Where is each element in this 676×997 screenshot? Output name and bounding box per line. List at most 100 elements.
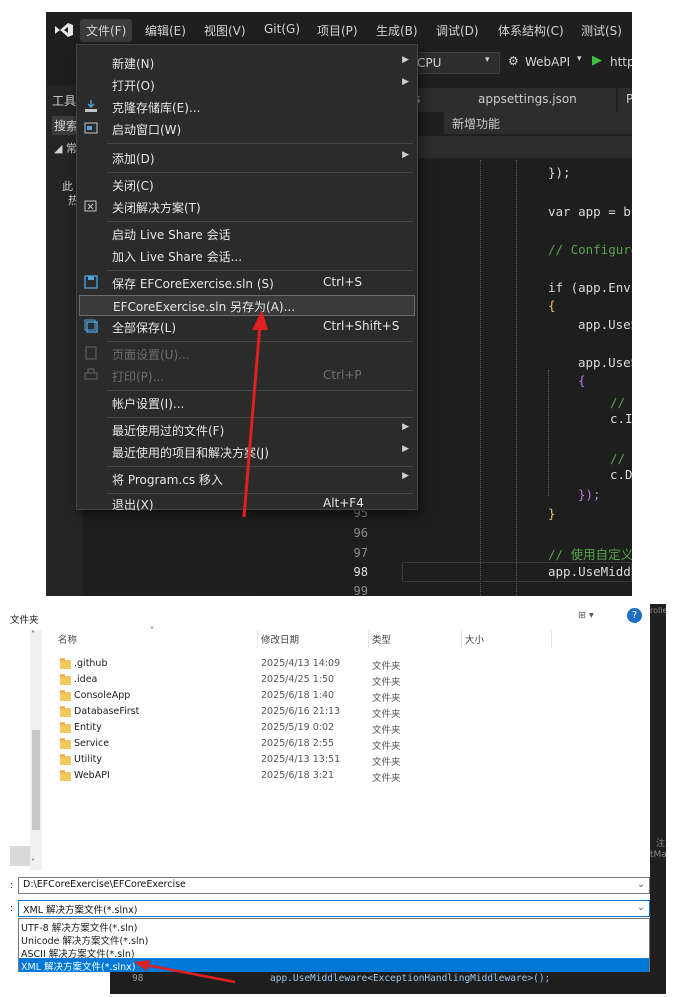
submenu-arrow-icon: ▶ [402,444,409,454]
menu-item-clone[interactable]: 克隆存储库(E)... [77,97,417,118]
edge-text: rolle [650,606,666,615]
tab-appsettings[interactable]: appsettings.json [470,88,616,112]
filename-field[interactable]: D:\EFCoreExercise\EFCoreExercise ⌄ [18,877,650,894]
list-item[interactable]: .idea 2025/4/25 1:50 文件夹 [58,672,518,688]
field-colon: : [10,880,14,891]
save-type-option-selected[interactable]: XML 解决方案文件(*.slnx) [19,958,649,973]
menu-build[interactable]: 生成(B) [376,22,418,39]
chevron-down-icon[interactable]: ⌄ [637,879,645,890]
menu-architecture[interactable]: 体系结构(C) [498,22,564,39]
list-item[interactable]: Service 2025/6/18 2:55 文件夹 [58,736,518,752]
code-line: app.UseSwagge [578,355,632,370]
current-line-highlight [402,562,632,582]
print-icon [84,368,98,382]
folder-icon [60,674,71,685]
code-comment: // 使用自定义异常 [548,547,632,562]
line-number: 99 [353,584,368,596]
menu-item-new[interactable]: 新建(N) ▶ [77,53,417,74]
submenu-arrow-icon: ▶ [402,471,409,481]
vs-screenshot: 文件(F) 编辑(E) 视图(V) Git(G) 项目(P) 生成(B) 调试(… [46,12,632,596]
folder-icon [60,770,71,781]
code-brace: } [548,506,556,521]
menu-item-save[interactable]: 保存 EFCoreExercise.sln (S) Ctrl+S [77,273,417,294]
run-icon[interactable]: ▶ [592,53,602,68]
line-number: 97 [353,546,368,560]
folder-icon [60,690,71,701]
chevron-down-icon[interactable]: ⌄ [637,902,645,913]
sort-arrow-icon: ˄ [150,626,154,635]
folder-icon [60,738,71,749]
platform-value: CPU [417,56,442,70]
startup-project[interactable]: WebAPI [525,55,570,69]
save-type-dropdown[interactable]: XML 解决方案文件(*.slnx) ⌄ [18,900,650,917]
menu-item-start-liveshare[interactable]: 启动 Live Share 会话 [77,224,417,245]
nav-pane-item[interactable] [10,846,30,866]
menu-project[interactable]: 项目(P) [317,22,358,39]
menu-test[interactable]: 测试(S) [581,22,622,39]
submenu-arrow-icon: ▶ [402,150,409,160]
menu-item-close-solution[interactable]: 关闭解决方案(T) [77,197,417,218]
code-brace: }); [578,487,601,502]
gear-icon[interactable]: ⚙ [508,54,519,68]
list-item[interactable]: Entity 2025/5/19 0:02 文件夹 [58,720,518,736]
menu-item-close[interactable]: 关闭(C) [77,175,417,196]
save-as-dialog: 文件夹 ⊞ ▾ ? rolle 注 tMa ˄ ˅ 名称 ˄ 修改日期 类型 大… [10,604,666,994]
help-icon[interactable]: ? [627,608,642,623]
toolbox-group[interactable]: ◢ 常 [54,140,77,156]
scroll-up-icon[interactable]: ˄ [31,630,35,639]
code-line: c.IndexSt [610,411,632,426]
annotation-arrow-icon [242,310,268,518]
save-type-option[interactable]: UTF-8 解决方案文件(*.sln) [21,920,138,934]
clone-repo-icon [84,99,98,113]
column-size[interactable]: 大小 [465,632,484,646]
folder-icon [60,722,71,733]
run-target[interactable]: http [610,55,632,69]
save-type-value: XML 解决方案文件(*.slnx) [23,905,138,916]
code-line: }); [548,165,571,180]
menu-git[interactable]: Git(G) [264,22,300,36]
nav-scrollbar[interactable]: ˄ ˅ [30,630,42,870]
navigation-bar [406,136,632,158]
page-setup-icon [84,346,98,360]
save-type-options: UTF-8 解决方案文件(*.sln) Unicode 解决方案文件(*.sln… [18,918,650,973]
chevron-down-icon[interactable]: ▾ [577,54,582,64]
platform-dropdown[interactable]: CPU ▾ [410,52,500,74]
chevron-down-icon: ▾ [485,55,490,65]
close-solution-icon [84,199,98,213]
background-editor-edge: rolle 注 tMa [650,604,666,994]
list-item[interactable]: WebAPI 2025/6/18 3:21 文件夹 [58,768,518,784]
menu-file[interactable]: 文件(F) [80,19,133,42]
tab-program[interactable]: Pr [618,88,632,112]
submenu-arrow-icon: ▶ [402,422,409,432]
column-date[interactable]: 修改日期 [261,632,299,646]
list-item[interactable]: DatabaseFirst 2025/6/16 21:13 文件夹 [58,704,518,720]
menu-item-open[interactable]: 打开(O) ▶ [77,75,417,96]
menu-item-start-window[interactable]: 启动窗口(W) [77,119,417,140]
folder-icon [60,754,71,765]
annotation-arrow-icon [134,960,236,984]
list-item[interactable]: Utility 2025/4/13 13:51 文件夹 [58,752,518,768]
code-line: var app = builder [548,204,632,219]
list-item[interactable]: ConsoleApp 2025/6/18 1:40 文件夹 [58,688,518,704]
view-options-icon[interactable]: ⊞ ▾ [578,610,594,621]
toolbox-label: 工具 [52,94,77,108]
menu-item-add[interactable]: 添加(D) ▶ [77,148,417,169]
column-type[interactable]: 类型 [372,632,391,646]
code-line: app.UseMiddleware<ExceptionHandlingMiddl… [270,973,551,984]
menu-edit[interactable]: 编辑(E) [145,22,186,39]
menu-debug[interactable]: 调试(D) [436,22,479,39]
menu-view[interactable]: 视图(V) [204,22,246,39]
menu-item-join-liveshare[interactable]: 加入 Live Share 会话... [77,246,417,267]
folder-icon [60,658,71,669]
column-name[interactable]: 名称 [58,632,77,646]
vs-logo-icon [54,21,74,43]
code-comment: // Configure the [548,242,632,257]
list-item[interactable]: .github 2025/4/13 14:09 文件夹 [58,656,518,672]
save-type-option[interactable]: Unicode 解决方案文件(*.sln) [21,933,148,947]
scroll-thumb[interactable] [32,730,40,830]
scroll-down-icon[interactable]: ˅ [31,858,35,867]
save-all-icon [84,319,98,333]
submenu-arrow-icon: ▶ [402,55,409,65]
tab-whats-new[interactable]: 新增功能 [444,112,632,134]
edge-text: 注 [656,839,666,849]
